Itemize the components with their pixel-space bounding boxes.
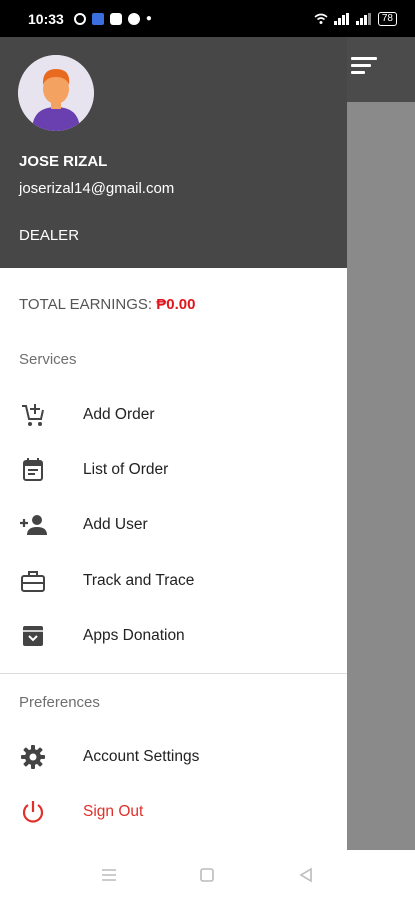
total-earnings: TOTAL EARNINGS: ₱0.00 <box>19 296 195 313</box>
app-notification-icon <box>73 12 86 25</box>
gear-icon <box>19 743 47 771</box>
wifi-icon <box>314 13 328 24</box>
menu-label: Add User <box>83 516 148 533</box>
preferences-section-title: Preferences <box>19 694 100 711</box>
system-nav-bar <box>0 850 415 900</box>
signal-icon <box>355 12 371 25</box>
app-bar <box>347 37 415 102</box>
menu-label: Account Settings <box>83 748 200 765</box>
back-button[interactable] <box>294 863 318 887</box>
section-divider <box>0 673 347 674</box>
services-section-title: Services <box>19 351 77 368</box>
menu-label: Apps Donation <box>83 627 185 644</box>
notification-icons: ● <box>73 12 152 25</box>
calendar-list-icon <box>19 456 47 484</box>
signal-icon <box>333 12 349 25</box>
menu-label: Track and Trace <box>83 572 195 589</box>
menu-label: List of Order <box>83 461 169 478</box>
menu-item-sign-out[interactable]: Sign Out <box>0 789 347 835</box>
app-notification-icon <box>91 12 104 25</box>
user-avatar-icon <box>18 55 94 131</box>
menu-lines-icon <box>102 869 117 881</box>
backdrop-content <box>347 102 415 850</box>
facebook-icon <box>127 12 140 25</box>
earnings-amount: ₱0.00 <box>156 296 196 313</box>
user-name: JOSE RIZAL <box>19 153 108 170</box>
drawer-header: JOSE RIZAL joserizal14@gmail.com DEALER <box>0 37 347 268</box>
archive-icon <box>19 622 47 650</box>
menu-item-list-of-order[interactable]: List of Order <box>0 447 347 493</box>
back-triangle-icon <box>299 867 312 883</box>
status-time: 10:33 <box>28 10 64 27</box>
more-notifications-icon: ● <box>145 13 152 24</box>
add-cart-icon <box>19 401 47 429</box>
menu-item-apps-donation[interactable]: Apps Donation <box>0 613 347 659</box>
menu-item-add-order[interactable]: Add Order <box>0 392 347 438</box>
earnings-label: TOTAL EARNINGS: <box>19 296 157 313</box>
status-bar: 10:33 ● 78 <box>0 0 415 37</box>
square-icon <box>200 868 215 882</box>
battery-icon: 78 <box>377 11 397 26</box>
menu-label: Add Order <box>83 406 155 423</box>
menu-item-track-and-trace[interactable]: Track and Trace <box>0 558 347 604</box>
menu-label: Sign Out <box>83 803 144 820</box>
user-email: joserizal14@gmail.com <box>19 180 175 197</box>
menu-item-account-settings[interactable]: Account Settings <box>0 734 347 780</box>
menu-icon[interactable] <box>351 57 379 81</box>
add-user-icon <box>19 511 47 539</box>
avatar[interactable] <box>18 55 94 131</box>
menu-item-add-user[interactable]: Add User <box>0 502 347 548</box>
game-controller-icon <box>109 12 122 25</box>
user-role: DEALER <box>19 227 80 244</box>
home-button[interactable] <box>195 863 219 887</box>
power-icon <box>19 798 47 826</box>
system-status: 78 <box>314 11 397 26</box>
navigation-drawer: JOSE RIZAL joserizal14@gmail.com DEALER … <box>0 37 347 850</box>
recent-apps-button[interactable] <box>97 863 121 887</box>
drawer-scrim[interactable] <box>347 37 415 850</box>
briefcase-icon <box>19 567 47 595</box>
